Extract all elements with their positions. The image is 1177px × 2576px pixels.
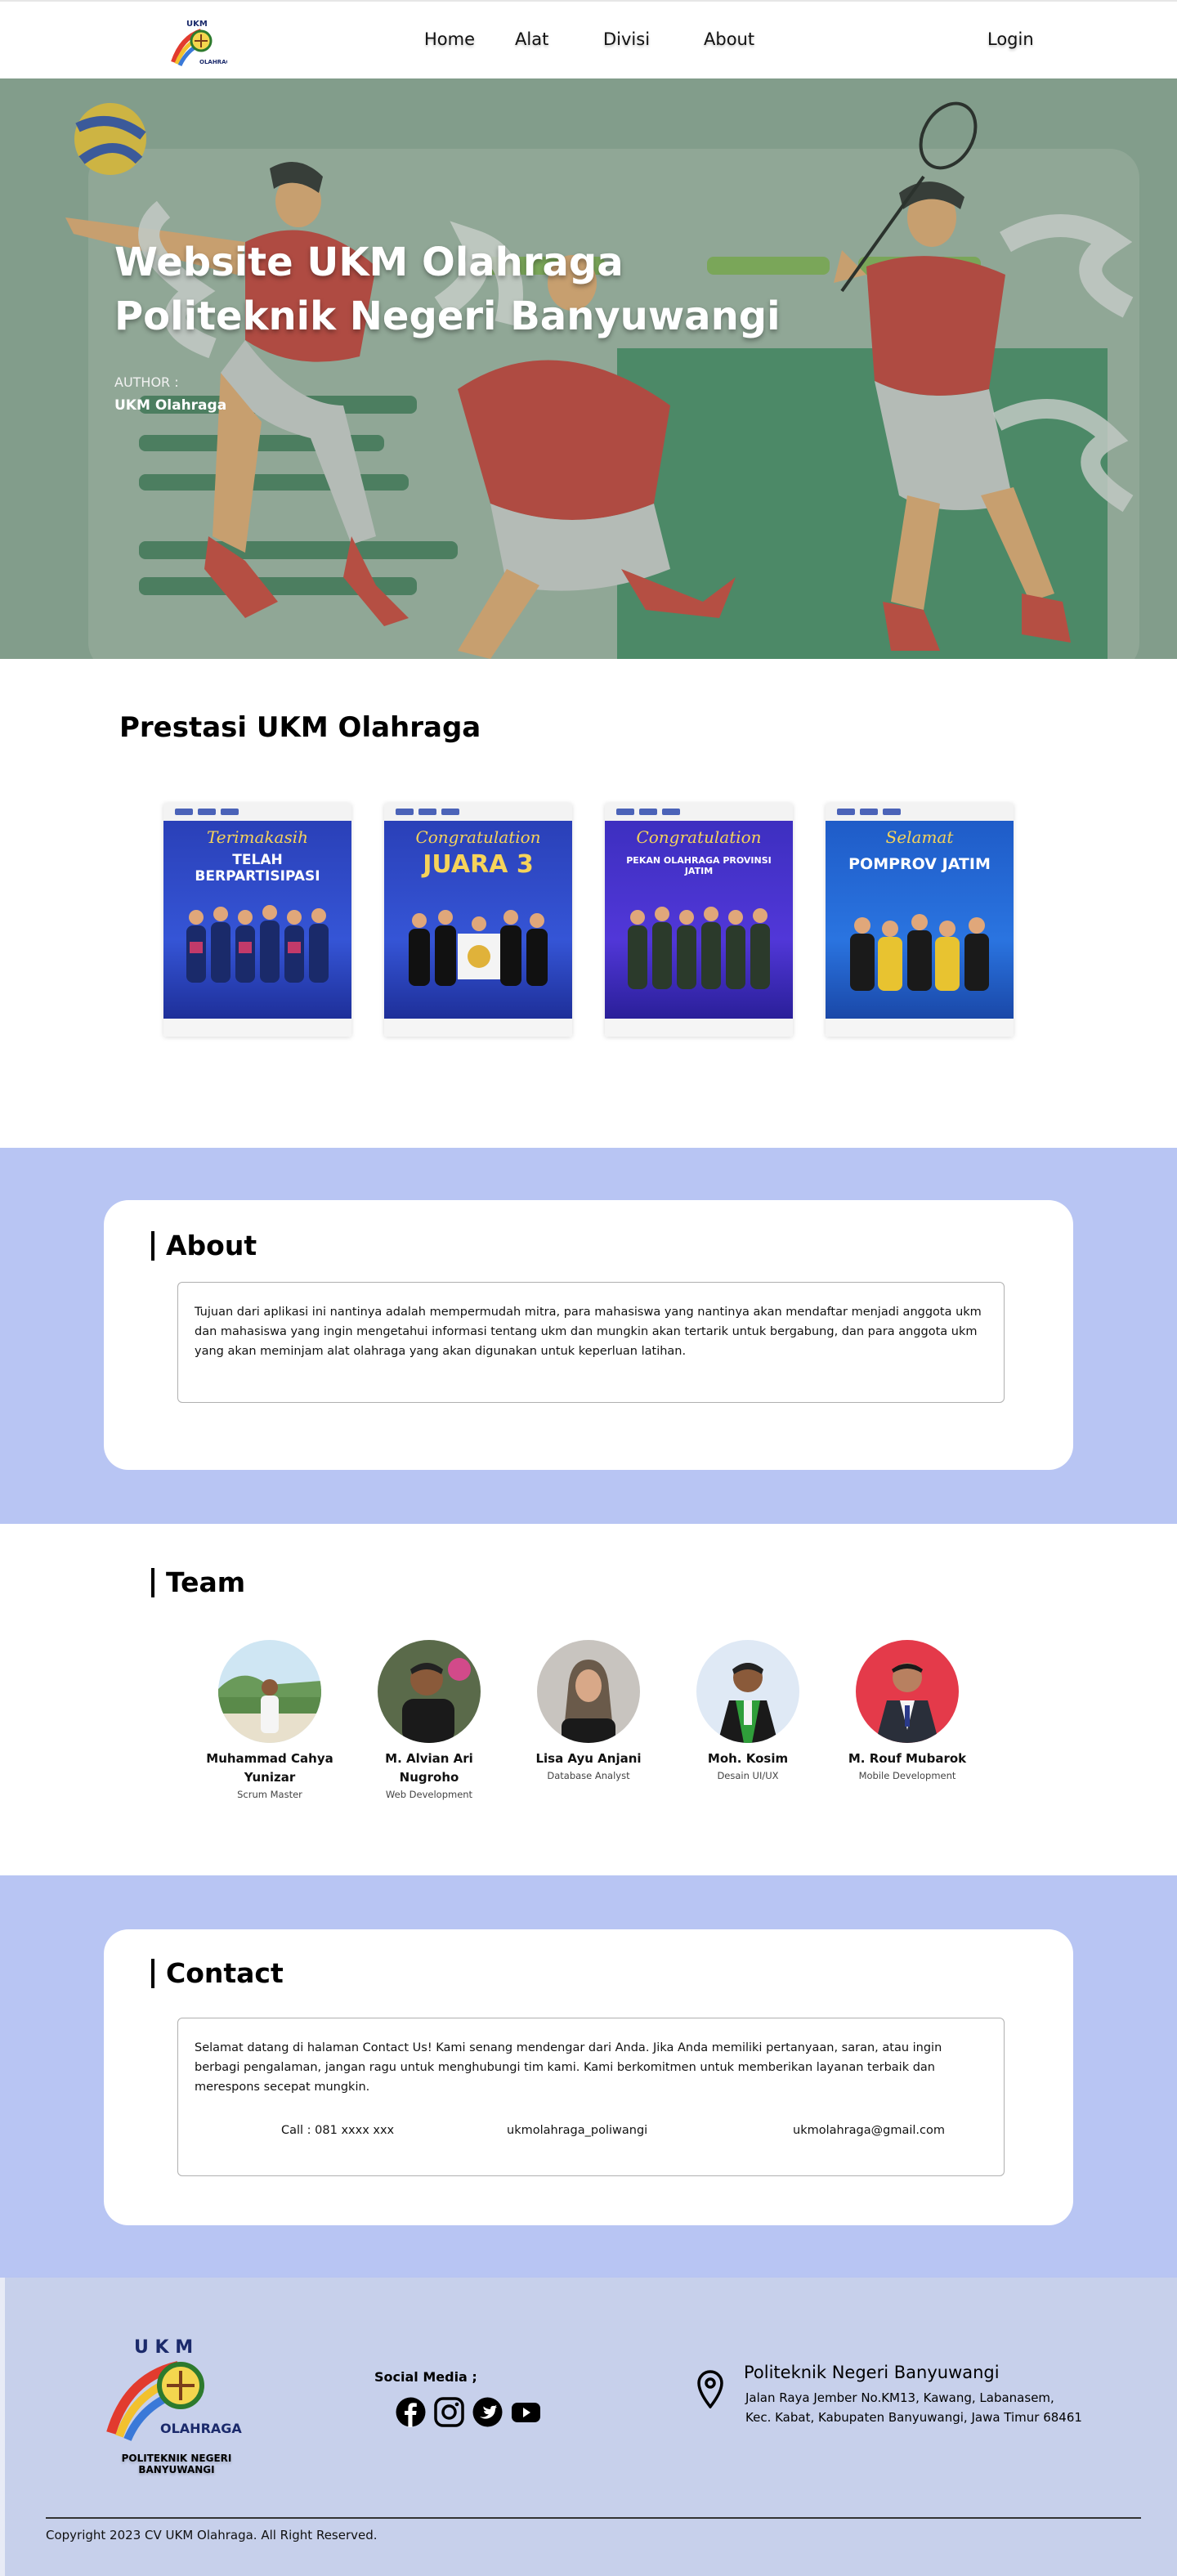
member-role: Scrum Master xyxy=(237,1789,302,1800)
svg-text:U K M: U K M xyxy=(134,2337,193,2358)
member-role: Mobile Development xyxy=(858,1770,956,1781)
ukm-logo[interactable]: UKM OLAHRAGA xyxy=(168,13,227,69)
team-member: M. Rouf Mubarok Mobile Development xyxy=(834,1640,981,1781)
poster-header xyxy=(605,803,793,821)
team-member: Lisa Ayu Anjani Database Analyst xyxy=(515,1640,662,1781)
instagram-icon[interactable] xyxy=(434,2397,464,2427)
nav-home[interactable]: Home xyxy=(424,29,475,49)
team-member: M. Alvian Ari Nugroho Web Development xyxy=(356,1640,503,1800)
address-line-1: Jalan Raya Jember No.KM13, Kawang, Laban… xyxy=(745,2390,1054,2405)
poster-footer xyxy=(605,1019,793,1037)
twitter-icon[interactable] xyxy=(472,2397,503,2427)
navbar: UKM OLAHRAGA Home Alat Divisi About Logi… xyxy=(0,0,1177,78)
about-text-box: Tujuan dari aplikasi ini nantinya adalah… xyxy=(177,1282,1005,1403)
prestasi-title: Prestasi UKM Olahraga xyxy=(119,711,481,744)
social-media-label: Social Media ; xyxy=(374,2369,477,2385)
location-pin-icon xyxy=(697,2370,723,2408)
member-name: Moh. Kosim xyxy=(707,1751,789,1766)
youtube-icon[interactable] xyxy=(511,2397,541,2427)
team-member: Moh. Kosim Desain UI/UX xyxy=(674,1640,821,1781)
nav-alat[interactable]: Alat xyxy=(515,29,548,49)
svg-text:OLAHRAGA: OLAHRAGA xyxy=(160,2421,242,2436)
svg-text:OLAHRAGA: OLAHRAGA xyxy=(199,59,227,65)
about-text: Tujuan dari aplikasi ini nantinya adalah… xyxy=(195,1306,982,1358)
poster-footer xyxy=(826,1019,1014,1037)
poster-subheading: JUARA 3 xyxy=(423,850,534,879)
hero-author-name: UKM Olahraga xyxy=(114,397,227,414)
contact-email[interactable]: ukmolahraga@gmail.com xyxy=(793,2124,945,2137)
hero-title: Website UKM Olahraga Politeknik Negeri B… xyxy=(114,235,785,343)
member-name: M. Rouf Mubarok xyxy=(848,1751,967,1766)
member-role: Web Development xyxy=(385,1789,473,1800)
contact-text-box: Selamat datang di halaman Contact Us! Ka… xyxy=(177,2018,1005,2176)
member-name: M. Alvian Ari Nugroho xyxy=(385,1751,473,1785)
address-line-2: Kec. Kabat, Kabupaten Banyuwangi, Jawa T… xyxy=(745,2410,1082,2425)
poster-team-photo xyxy=(409,910,548,986)
poster-heading: Congratulation xyxy=(415,827,541,847)
poster-heading: Selamat xyxy=(885,827,954,847)
footer-logo-caption: POLITEKNIK NEGERI BANYUWANGI xyxy=(121,2453,232,2475)
poster-subheading: PEKAN OLAHRAGA PROVINSI JATIM xyxy=(626,855,772,876)
footer-divider xyxy=(46,2517,1141,2519)
poster-subheading: POMPROV JATIM xyxy=(848,855,991,873)
member-role: Database Analyst xyxy=(547,1770,630,1781)
poster-header xyxy=(826,803,1014,821)
contact-instagram[interactable]: ukmolahraga_poliwangi xyxy=(507,2124,647,2137)
footer: U K M OLAHRAGA POLITEKNIK NEGERI BANYUWA… xyxy=(0,2278,1177,2576)
ukm-logo: U K M OLAHRAGA xyxy=(106,2337,242,2442)
about-title: About xyxy=(151,1231,257,1261)
nav-login[interactable]: Login xyxy=(987,29,1034,49)
prestasi-poster[interactable]: Congratulation PEKAN OLAHRAGA PROVINSI J… xyxy=(605,803,793,1037)
poster-header xyxy=(384,803,572,821)
poster-subheading: TELAH BERPARTISIPASI xyxy=(195,852,320,885)
nav-divisi[interactable]: Divisi xyxy=(603,29,650,49)
hero-overlay xyxy=(0,78,1177,659)
address-title: Politeknik Negeri Banyuwangi xyxy=(744,2363,1000,2382)
poster-heading: Terimakasih xyxy=(206,827,309,847)
poster-team-photo xyxy=(850,914,989,991)
poster-team-photo xyxy=(186,905,329,983)
member-name: Lisa Ayu Anjani xyxy=(535,1751,642,1766)
prestasi-poster[interactable]: Congratulation JUARA 3 xyxy=(384,803,572,1037)
contact-phone[interactable]: Call : 081 xxxx xxx xyxy=(281,2124,394,2137)
facebook-icon[interactable] xyxy=(396,2397,426,2427)
social-media-links xyxy=(396,2397,541,2427)
poster-footer xyxy=(163,1019,351,1037)
poster-header xyxy=(163,803,351,821)
team-title: Team xyxy=(151,1568,245,1597)
avatar xyxy=(537,1640,640,1743)
copyright-text: Copyright 2023 CV UKM Olahraga. All Righ… xyxy=(46,2528,378,2542)
contact-title: Contact xyxy=(151,1959,284,1988)
member-name: Muhammad Cahya Yunizar xyxy=(206,1751,333,1785)
nav-about[interactable]: About xyxy=(704,29,754,49)
team-member: Muhammad Cahya Yunizar Scrum Master xyxy=(196,1640,343,1800)
hero-author-label: AUTHOR : xyxy=(114,374,179,390)
poster-team-photo xyxy=(628,907,770,989)
avatar xyxy=(218,1640,321,1743)
member-role: Desain UI/UX xyxy=(717,1770,779,1781)
hero-title-line1: Website UKM Olahraga xyxy=(114,240,624,285)
svg-text:UKM: UKM xyxy=(186,20,208,29)
avatar xyxy=(378,1640,481,1743)
contact-text: Selamat datang di halaman Contact Us! Ka… xyxy=(195,2041,942,2094)
poster-heading: Congratulation xyxy=(636,827,762,847)
prestasi-poster[interactable]: Terimakasih TELAH BERPARTISIPASI xyxy=(163,803,351,1037)
poster-footer xyxy=(384,1019,572,1037)
hero-title-line2: Politeknik Negeri Banyuwangi xyxy=(114,293,781,339)
avatar xyxy=(696,1640,799,1743)
prestasi-poster[interactable]: Selamat POMPROV JATIM xyxy=(826,803,1014,1037)
hero-banner: Website UKM Olahraga Politeknik Negeri B… xyxy=(0,78,1177,659)
avatar xyxy=(856,1640,959,1743)
